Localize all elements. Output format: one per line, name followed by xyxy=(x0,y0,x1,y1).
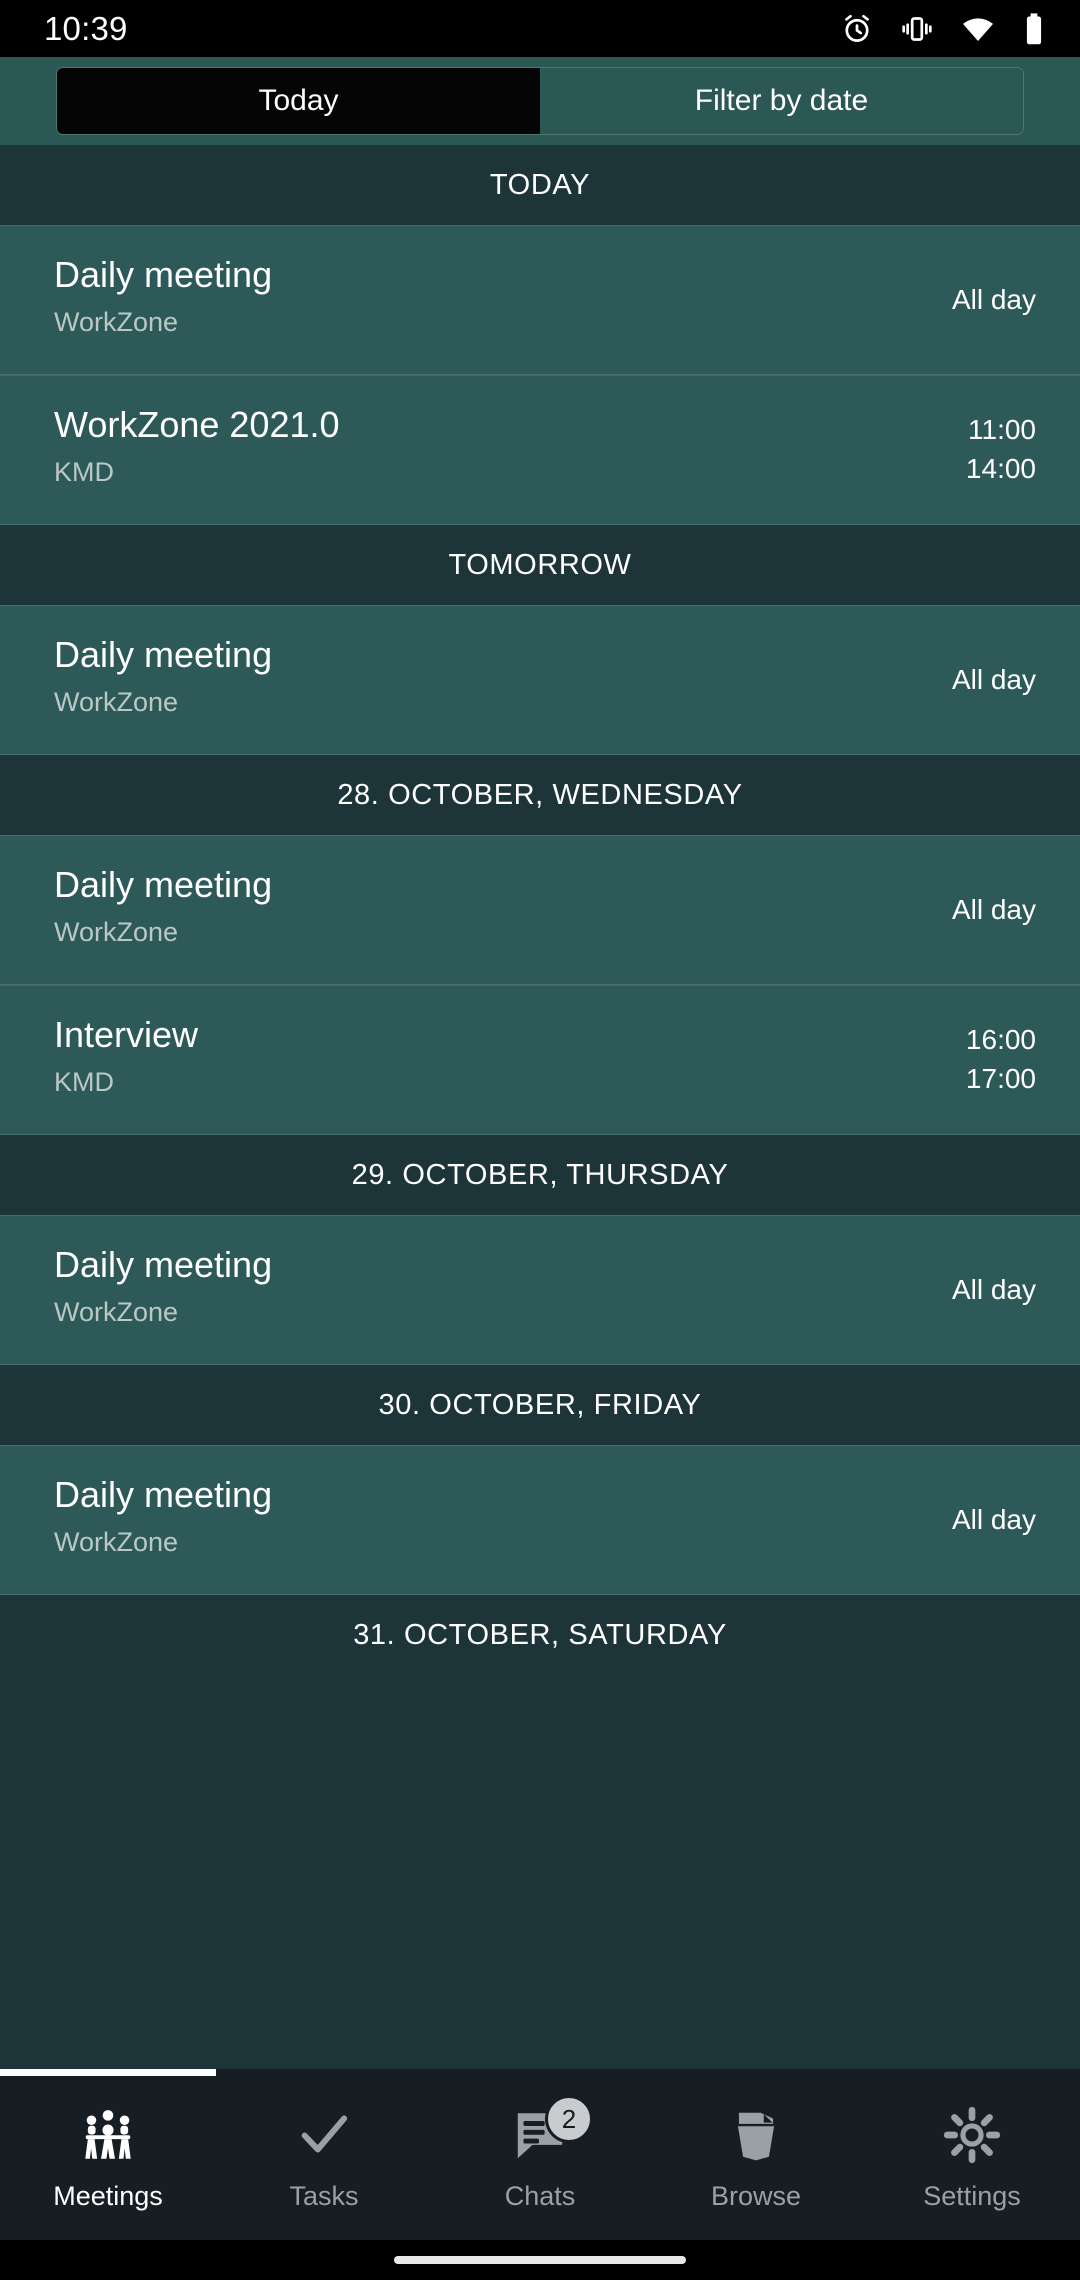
status-clock: 10:39 xyxy=(44,9,128,47)
nav-label-chats: Chats xyxy=(504,2181,576,2211)
alarm-icon xyxy=(840,12,874,46)
event-time: 16:00 17:00 xyxy=(966,1021,1036,1098)
event-row[interactable]: WorkZone 2021.0 KMD 11:00 14:00 xyxy=(0,375,1080,525)
event-time-start: All day xyxy=(951,893,1036,925)
gear-icon xyxy=(941,2103,1003,2167)
nav-label-settings: Settings xyxy=(923,2181,1021,2211)
tab-today[interactable]: Today xyxy=(57,68,540,134)
event-row[interactable]: Daily meeting WorkZone All day xyxy=(0,835,1080,985)
tab-header: Today Filter by date xyxy=(0,57,1080,145)
chat-badge: 2 xyxy=(545,2095,593,2143)
event-title: Daily meeting xyxy=(54,1474,273,1515)
event-time: All day xyxy=(952,1271,1036,1310)
battery-icon xyxy=(1022,12,1046,46)
event-info: Daily meeting WorkZone xyxy=(54,862,272,946)
event-time: 11:00 14:00 xyxy=(966,411,1036,488)
event-time-end: 14:00 xyxy=(965,453,1036,484)
nav-item-chats[interactable]: 2 Chats xyxy=(432,2069,648,2240)
event-info: Daily meeting WorkZone xyxy=(54,1242,272,1326)
nav-item-meetings[interactable]: Meetings xyxy=(0,2069,216,2240)
event-subtitle: WorkZone xyxy=(54,686,179,717)
event-time-start: 16:00 xyxy=(965,1024,1036,1056)
event-time: All day xyxy=(952,891,1036,930)
event-row[interactable]: Interview KMD 16:00 17:00 xyxy=(0,985,1080,1135)
event-row[interactable]: Daily meeting WorkZone All day xyxy=(0,1445,1080,1595)
day-section-header: TOMORROW xyxy=(0,525,1080,605)
status-icons xyxy=(840,12,1046,46)
day-section-header: TODAY xyxy=(0,145,1080,225)
event-time-start: All day xyxy=(951,1273,1036,1305)
nav-label-meetings: Meetings xyxy=(53,2181,163,2211)
event-title: Daily meeting xyxy=(54,864,273,905)
tab-filter-by-date[interactable]: Filter by date xyxy=(540,68,1023,134)
event-time: All day xyxy=(952,281,1036,320)
folder-icon xyxy=(725,2103,787,2167)
event-subtitle: WorkZone xyxy=(54,306,179,337)
event-subtitle: KMD xyxy=(54,1066,114,1097)
event-info: Daily meeting WorkZone xyxy=(54,252,272,336)
event-row[interactable]: Daily meeting WorkZone All day xyxy=(0,1215,1080,1365)
gesture-bar xyxy=(0,2240,1080,2280)
wifi-icon xyxy=(960,12,996,46)
event-time-start: All day xyxy=(951,663,1036,695)
vibrate-icon xyxy=(900,12,934,46)
event-row[interactable]: Daily meeting WorkZone All day xyxy=(0,225,1080,375)
segmented-control[interactable]: Today Filter by date xyxy=(56,67,1024,135)
event-subtitle: WorkZone xyxy=(54,916,179,947)
event-time: All day xyxy=(952,661,1036,700)
event-title: WorkZone 2021.0 xyxy=(54,404,340,445)
event-time-start: All day xyxy=(951,1503,1036,1535)
event-title: Interview xyxy=(54,1014,199,1055)
check-icon xyxy=(293,2103,355,2167)
meeting-people-icon xyxy=(77,2103,139,2167)
event-time: All day xyxy=(952,1501,1036,1540)
nav-item-tasks[interactable]: Tasks xyxy=(216,2069,432,2240)
event-title: Daily meeting xyxy=(54,634,273,675)
event-title: Daily meeting xyxy=(54,1244,273,1285)
event-subtitle: WorkZone xyxy=(54,1526,179,1557)
day-section-header: 31. OCTOBER, SATURDAY xyxy=(0,1595,1080,1675)
event-subtitle: KMD xyxy=(54,456,114,487)
event-title: Daily meeting xyxy=(54,254,273,295)
status-bar: 10:39 xyxy=(0,0,1080,57)
nav-label-browse: Browse xyxy=(710,2181,802,2211)
event-time-start: All day xyxy=(951,283,1036,315)
day-section-header: 30. OCTOBER, FRIDAY xyxy=(0,1365,1080,1445)
nav-item-settings[interactable]: Settings xyxy=(864,2069,1080,2240)
event-info: WorkZone 2021.0 KMD xyxy=(54,402,340,486)
event-info: Interview KMD xyxy=(54,1012,198,1096)
event-info: Daily meeting WorkZone xyxy=(54,1472,272,1556)
event-list[interactable]: TODAY Daily meeting WorkZone All day WorkZon… xyxy=(0,145,1080,2069)
gesture-pill[interactable] xyxy=(394,2256,686,2264)
chat-bubble-icon: 2 xyxy=(509,2095,593,2167)
day-section-header: 28. OCTOBER, WEDNESDAY xyxy=(0,755,1080,835)
event-info: Daily meeting WorkZone xyxy=(54,632,272,716)
nav-item-browse[interactable]: Browse xyxy=(648,2069,864,2240)
event-time-end: 17:00 xyxy=(965,1063,1036,1094)
event-row[interactable]: Daily meeting WorkZone All day xyxy=(0,605,1080,755)
nav-label-tasks: Tasks xyxy=(289,2181,359,2211)
bottom-navigation: Meetings Tasks 2 Chats Browse Settings xyxy=(0,2069,1080,2240)
event-subtitle: WorkZone xyxy=(54,1296,179,1327)
day-section-header: 29. OCTOBER, THURSDAY xyxy=(0,1135,1080,1215)
event-time-start: 11:00 xyxy=(968,414,1036,446)
